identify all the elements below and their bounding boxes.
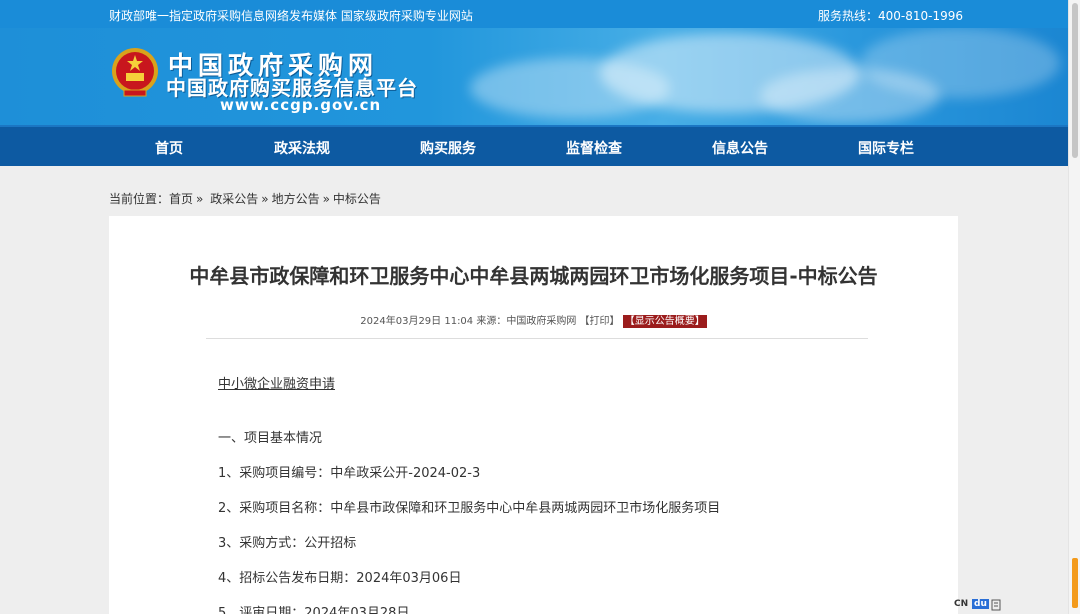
breadcrumb-local-notices[interactable]: 地方公告 xyxy=(272,192,320,206)
page-scrollbar[interactable] xyxy=(1068,0,1080,614)
breadcrumb-procurement-notices[interactable]: 政采公告 xyxy=(210,192,258,206)
publish-datetime: 2024年03月29日 11:04 xyxy=(360,316,474,327)
breadcrumb-prefix: 当前位置： xyxy=(109,192,170,206)
article-title: 中牟县市政保障和环卫服务中心中牟县两城两园环卫市场化服务项目-中标公告 xyxy=(189,264,878,288)
national-emblem-icon xyxy=(112,48,158,97)
section-heading: 一、项目基本情况 xyxy=(218,431,323,446)
article-meta: 2024年03月29日 11:04 来源：中国政府采购网 【打印】 【显示公告概… xyxy=(109,312,958,328)
nav-item-supervision[interactable]: 监督检查 xyxy=(566,138,622,158)
paragraph-notice-date: 4、招标公告发布日期：2024年03月06日 xyxy=(218,571,462,586)
top-bar: 财政部唯一指定政府采购信息网络发布媒体 国家级政府采购专业网站 服务热线：400… xyxy=(0,0,1068,28)
paragraph-review-date: 5、评审日期：2024年03月28日 xyxy=(218,606,410,614)
nav-item-announcements[interactable]: 信息公告 xyxy=(712,138,768,158)
ime-cn-label: CN xyxy=(954,599,969,609)
breadcrumb-separator: » xyxy=(322,192,330,206)
nav-item-regulations[interactable]: 政采法规 xyxy=(274,138,330,158)
logo-url: www.ccgp.gov.cn xyxy=(220,96,382,114)
breadcrumb: 当前位置：首页» 政采公告» 地方公告» 中标公告 xyxy=(109,190,381,207)
breadcrumb-home[interactable]: 首页 xyxy=(169,192,193,206)
show-summary-button[interactable]: 【显示公告概要】 xyxy=(622,315,707,328)
print-link[interactable]: 【打印】 xyxy=(580,316,620,327)
scrollbar-thumb[interactable] xyxy=(1072,3,1078,158)
main-nav: 首页 政采法规 购买服务 监督检查 信息公告 国际专栏 xyxy=(0,125,1068,166)
sme-financing-link[interactable]: 中小微企业融资申请 xyxy=(218,373,335,392)
ime-du-label: du xyxy=(972,599,989,609)
ime-settings-icon xyxy=(991,599,1001,611)
service-hotline: 服务热线：400-810-1996 xyxy=(818,9,964,23)
breadcrumb-separator: » xyxy=(196,192,204,206)
scrollbar-highlight xyxy=(1072,558,1078,608)
nav-item-international[interactable]: 国际专栏 xyxy=(858,138,914,158)
nav-item-home[interactable]: 首页 xyxy=(155,138,183,158)
site-slogan: 财政部唯一指定政府采购信息网络发布媒体 国家级政府采购专业网站 xyxy=(109,9,473,23)
article-source: 来源：中国政府采购网 xyxy=(476,316,577,327)
breadcrumb-award-notices[interactable]: 中标公告 xyxy=(333,192,381,206)
divider xyxy=(206,338,868,339)
paragraph-project-number: 1、采购项目编号：中牟政采公开-2024-02-3 xyxy=(218,466,481,481)
site-banner xyxy=(0,28,1068,125)
ime-indicator[interactable]: CN du xyxy=(952,597,1004,614)
breadcrumb-separator: » xyxy=(261,192,269,206)
paragraph-project-name: 2、采购项目名称：中牟县市政保障和环卫服务中心中牟县两城两园环卫市场化服务项目 xyxy=(218,501,721,516)
paragraph-procurement-method: 3、采购方式：公开招标 xyxy=(218,536,357,551)
nav-item-purchase-services[interactable]: 购买服务 xyxy=(420,138,476,158)
article-panel: 中牟县市政保障和环卫服务中心中牟县两城两园环卫市场化服务项目-中标公告 2024… xyxy=(109,216,958,614)
